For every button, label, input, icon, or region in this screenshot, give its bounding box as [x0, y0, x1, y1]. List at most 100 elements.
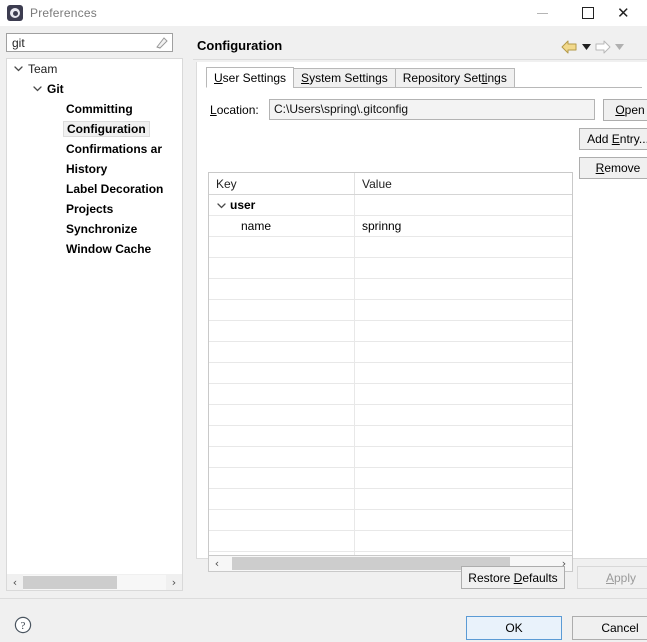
column-header-key[interactable]: Key [209, 173, 354, 194]
table-row-empty[interactable] [209, 489, 572, 510]
clear-eraser-icon[interactable] [155, 36, 168, 50]
sidebar-item-history[interactable]: History [7, 159, 182, 179]
chevron-down-icon[interactable] [215, 201, 227, 210]
sidebar-item-label-decoration[interactable]: Label Decoration [7, 179, 182, 199]
sidebar-item-label: Configuration [63, 121, 150, 137]
table-row-empty[interactable] [209, 468, 572, 489]
tree-scroll-track[interactable] [23, 574, 166, 590]
table-cell-value [354, 258, 572, 278]
config-table[interactable]: Key Value user name sprinng [208, 172, 573, 556]
table-cell-key [209, 363, 354, 383]
table-row-empty[interactable] [209, 363, 572, 384]
sidebar-item-confirmations-ar[interactable]: Confirmations ar [7, 139, 182, 159]
sidebar-item-window-cache[interactable]: Window Cache [7, 239, 182, 259]
tab-label: System Settings [301, 71, 388, 85]
tab-repository-settings[interactable]: Repository Settings [394, 68, 515, 88]
table-cell-value: sprinng [354, 216, 572, 236]
preferences-dialog: Preferences ✕ git Team Git Committing Confi… [0, 0, 647, 642]
help-question-icon[interactable]: ? [14, 616, 32, 634]
window-controls: ✕ [519, 0, 647, 26]
ok-button[interactable]: OK [466, 616, 562, 640]
table-cell-value [354, 342, 572, 362]
chevron-down-icon[interactable] [14, 64, 25, 75]
table-cell-key [209, 426, 354, 446]
open-button[interactable]: Open [603, 99, 647, 121]
table-cell-key [209, 321, 354, 341]
settings-panel: User Settings System Settings Repository S… [196, 62, 647, 572]
table-row-empty[interactable] [209, 447, 572, 468]
sidebar-item-label: Window Cache [66, 242, 152, 256]
table-row-empty[interactable] [209, 510, 572, 531]
sidebar-item-configuration[interactable]: Configuration [7, 119, 182, 139]
scroll-right-icon[interactable]: › [166, 575, 182, 590]
sidebar-item-committing[interactable]: Committing [7, 99, 182, 119]
sidebar-item-projects[interactable]: Projects [7, 199, 182, 219]
svg-text:?: ? [21, 620, 26, 632]
search-input-value: git [12, 36, 25, 50]
apply-button[interactable]: Apply [577, 566, 647, 589]
tree-scroll-thumb[interactable] [23, 575, 118, 589]
table-scroll-left-icon[interactable]: ‹ [209, 556, 225, 571]
table-row-empty[interactable] [209, 300, 572, 321]
maximize-icon[interactable] [565, 0, 611, 26]
table-row-empty[interactable] [209, 405, 572, 426]
cancel-button[interactable]: Cancel [572, 616, 647, 640]
column-header-value[interactable]: Value [354, 173, 572, 194]
sidebar-item-label: Git [47, 82, 64, 96]
table-cell-key [209, 300, 354, 320]
add-entry-button[interactable]: Add Entry... [579, 128, 647, 150]
table-cell-key [209, 342, 354, 362]
window-title: Preferences [30, 6, 97, 20]
table-cell-value [354, 531, 572, 551]
sidebar-item-label: Synchronize [66, 222, 138, 236]
table-cell-key [209, 531, 354, 551]
search-input[interactable]: git [6, 33, 173, 52]
ok-button-label: OK [505, 621, 523, 635]
table-row-empty[interactable] [209, 237, 572, 258]
close-icon[interactable]: ✕ [611, 0, 647, 26]
forward-history-chevron-down-icon [612, 39, 626, 55]
preferences-tree[interactable]: Team Git Committing Configuration Confirmati… [6, 58, 183, 574]
tab-system-settings[interactable]: System Settings [293, 68, 396, 88]
table-cell-value [354, 363, 572, 383]
sidebar-item-git[interactable]: Git [7, 79, 182, 99]
back-history-chevron-down-icon[interactable] [579, 39, 593, 55]
table-row-empty[interactable] [209, 279, 572, 300]
tree-horizontal-scrollbar[interactable]: ‹ › [6, 574, 183, 591]
remove-button[interactable]: Remove [579, 157, 647, 179]
table-cell-value [354, 468, 572, 488]
table-row-empty[interactable] [209, 342, 572, 363]
minimize-icon[interactable] [519, 0, 565, 26]
chevron-down-icon[interactable] [33, 84, 44, 95]
sidebar-item-label: Projects [66, 202, 114, 216]
panel-sash[interactable] [185, 30, 191, 590]
table-cell-value [354, 300, 572, 320]
sidebar-item-label: History [66, 162, 108, 176]
table-row-empty[interactable] [209, 384, 572, 405]
back-arrow-icon[interactable] [560, 39, 579, 55]
sidebar-item-team[interactable]: Team [7, 59, 182, 79]
sidebar-item-label: Team [28, 62, 58, 76]
table-row-empty[interactable] [209, 531, 572, 552]
table-row[interactable]: name sprinng [209, 216, 572, 237]
restore-defaults-button[interactable]: Restore Defaults [461, 566, 565, 589]
table-cell-value [354, 447, 572, 467]
location-field[interactable]: C:\Users\spring\.gitconfig [269, 99, 595, 120]
tab-label: User Settings [214, 70, 287, 85]
table-row-empty[interactable] [209, 258, 572, 279]
table-cell-value [354, 321, 572, 341]
scroll-left-icon[interactable]: ‹ [7, 575, 23, 590]
sidebar-item-synchronize[interactable]: Synchronize [7, 219, 182, 239]
table-row-empty[interactable] [209, 426, 572, 447]
forward-arrow-icon [593, 39, 612, 55]
sidebar-item-label: Label Decoration [66, 182, 164, 196]
table-row-empty[interactable] [209, 321, 572, 342]
tab-label: Repository Settings [402, 71, 507, 85]
table-row[interactable]: user [209, 195, 572, 216]
tab-user-settings[interactable]: User Settings [206, 67, 295, 88]
